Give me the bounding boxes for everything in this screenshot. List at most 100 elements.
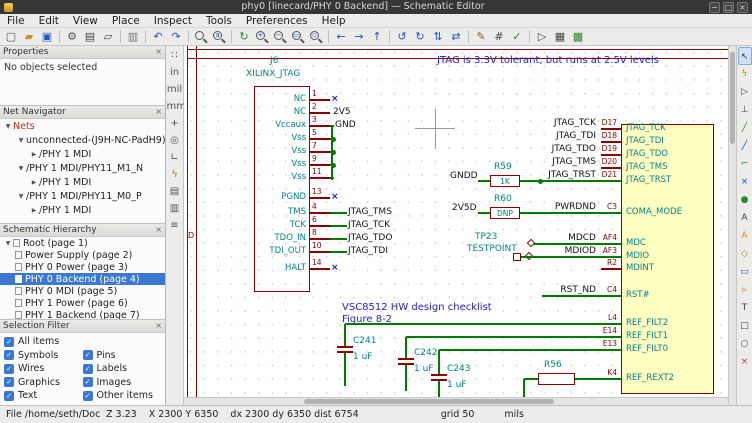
j6-reference[interactable]: J6 — [270, 57, 278, 66]
edit-properties-icon[interactable]: ✎ — [472, 29, 490, 45]
titlebar[interactable]: phy0 [linecard/PHY 0 Backend] — Schemati… — [0, 0, 752, 14]
schematic-canvas[interactable]: D JTAG is 3.3V tolerant, but runs at 2.5… — [184, 46, 728, 397]
r56-reference[interactable]: R56 — [544, 361, 562, 370]
schematic-hierarchy-header[interactable]: Schematic Hierarchy × — [0, 224, 165, 237]
filter-symbols[interactable]: ✓Symbols — [4, 349, 83, 362]
tree-expander-icon[interactable]: ▼ — [16, 165, 26, 172]
close-button[interactable]: × — [737, 2, 748, 13]
net-label-jtag-trst[interactable]: JTAG_TRST — [512, 171, 596, 180]
menu-preferences[interactable]: Preferences — [239, 14, 315, 28]
mirror-v-icon[interactable]: ⇅ — [429, 29, 447, 45]
next-sheet-icon[interactable]: → — [350, 29, 368, 45]
tree-expander-icon[interactable]: ▶ — [29, 207, 39, 214]
checkbox-checked-icon[interactable]: ✓ — [4, 350, 14, 360]
hierarchy-item-root-page-1-[interactable]: ▼Root (page 1) — [0, 237, 165, 249]
c241-reference[interactable]: C241 — [353, 337, 376, 346]
horizontal-scrollbar[interactable] — [184, 397, 728, 405]
mirror-h-icon[interactable]: ⇄ — [447, 29, 465, 45]
place-power-icon[interactable]: ⊥ — [738, 101, 752, 119]
hidden-pins-icon[interactable]: ◎ — [167, 133, 183, 149]
erc-icon[interactable]: ✓ — [508, 29, 526, 45]
zoom-selection-icon[interactable]: ▫ — [307, 29, 325, 45]
draw-circle-icon[interactable]: ○ — [738, 335, 752, 353]
sheet-settings-icon[interactable]: ⚙ — [63, 29, 81, 45]
hierarchy-item-phy-0-power-page-3-[interactable]: PHY 0 Power (page 3) — [0, 261, 165, 273]
net-tree-item[interactable]: ▼/PHY 1 MDI/PHY11_M1_N — [0, 161, 165, 175]
units-inches-icon[interactable]: in — [167, 65, 183, 81]
undo-icon[interactable]: ↶ — [149, 29, 167, 45]
filter-all-items[interactable]: ✓All items — [4, 335, 161, 348]
footprint-assign-icon[interactable]: ▦ — [551, 29, 569, 45]
c243-reference[interactable]: C243 — [447, 365, 470, 374]
net-label-jtag-tdi[interactable]: JTAG_TDI — [348, 247, 388, 256]
net-label-mdcd[interactable]: MDCD — [512, 234, 596, 243]
checkbox-checked-icon[interactable]: ✓ — [83, 391, 93, 401]
checkbox-checked-icon[interactable]: ✓ — [83, 350, 93, 360]
tree-expander-icon[interactable]: ▼ — [16, 137, 26, 144]
net-label-mdiod[interactable]: MDIOD — [512, 247, 596, 256]
zoom-out-icon[interactable]: − — [271, 29, 289, 45]
net-label-jtag-tck[interactable]: JTAG_TCK — [512, 119, 596, 128]
units-mm-icon[interactable]: mm — [167, 99, 183, 115]
net-label-pwrdnd[interactable]: PWRDND — [512, 203, 596, 212]
net-tree-item[interactable]: ▼unconnected-(J9H-NC-PadH9) — [0, 133, 165, 147]
find-replace-icon[interactable]: a — [210, 29, 228, 45]
plot-icon[interactable]: ▱ — [99, 29, 117, 45]
hierarchy-item-phy-1-power-page-6-[interactable]: PHY 1 Power (page 6) — [0, 297, 165, 309]
place-junction-icon[interactable]: ● — [738, 191, 752, 209]
menu-inspect[interactable]: Inspect — [147, 14, 199, 28]
cursor-shape-icon[interactable]: + — [167, 116, 183, 132]
c241-value[interactable]: 1 uF — [353, 353, 372, 362]
menu-view[interactable]: View — [66, 14, 105, 28]
checkbox-checked-icon[interactable]: ✓ — [4, 391, 14, 401]
place-sheet-icon[interactable]: ▭ — [738, 263, 752, 281]
draw-bus-icon[interactable]: ╱ — [738, 137, 752, 155]
j6-value[interactable]: XILINX_JTAG — [246, 70, 300, 79]
menu-help[interactable]: Help — [315, 14, 353, 28]
close-icon[interactable]: × — [155, 107, 162, 117]
checkbox-checked-icon[interactable]: ✓ — [4, 364, 14, 374]
c242-reference[interactable]: C242 — [414, 349, 437, 358]
units-mils-icon[interactable]: mil — [167, 82, 183, 98]
save-icon[interactable]: ▣ — [38, 29, 56, 45]
menu-file[interactable]: File — [0, 14, 32, 28]
tree-expander-icon[interactable]: ▼ — [16, 193, 26, 200]
net-navigator-toggle-icon[interactable]: ▥ — [167, 201, 183, 217]
open-file-icon[interactable]: ▰ — [20, 29, 38, 45]
menu-place[interactable]: Place — [105, 14, 147, 28]
place-sheet-pin-icon[interactable]: ▹ — [738, 281, 752, 299]
checkbox-checked-icon[interactable]: ✓ — [83, 364, 93, 374]
filter-text[interactable]: ✓Text — [4, 389, 83, 402]
filter-other-items[interactable]: ✓Other items — [83, 389, 162, 402]
symbol-editor-icon[interactable]: ▷ — [533, 29, 551, 45]
c242-value[interactable]: 1 uF — [414, 365, 433, 374]
net-tree-item[interactable]: ▶/PHY 1 MDI — [0, 175, 165, 189]
highlight-net-icon[interactable]: ϟ — [738, 65, 752, 83]
filter-wires[interactable]: ✓Wires — [4, 362, 83, 375]
tree-expander-icon[interactable]: ▶ — [29, 179, 39, 186]
place-net-label-icon[interactable]: A — [738, 209, 752, 227]
tree-expander-icon[interactable]: ▶ — [29, 151, 39, 158]
up-hierarchy-icon[interactable]: ↑ — [368, 29, 386, 45]
wire-to-bus-entry-icon[interactable]: ⌐ — [738, 155, 752, 173]
minimize-button[interactable]: − — [709, 2, 720, 13]
hierarchy-item-power-supply-page-2-[interactable]: Power Supply (page 2) — [0, 249, 165, 261]
net-tree-item[interactable]: ▼Nets — [0, 119, 165, 133]
place-text-icon[interactable]: T — [738, 299, 752, 317]
filter-labels[interactable]: ✓Labels — [83, 362, 162, 375]
hierarchy-panel-toggle-icon[interactable]: ≡ — [167, 218, 183, 234]
selection-tool-icon[interactable]: ↖ — [738, 47, 752, 65]
net-label-jtag-tck[interactable]: JTAG_TCK — [348, 221, 390, 230]
grid-toggle-icon[interactable]: ∷ — [167, 48, 183, 64]
hierarchy-item-phy-0-backend-page-4-[interactable]: PHY 0 Backend (page 4) — [0, 273, 165, 285]
maximize-button[interactable]: □ — [723, 2, 734, 13]
power-label-gndd[interactable]: GNDD — [450, 172, 478, 181]
redo-icon[interactable]: ↷ — [167, 29, 185, 45]
net-label-2v5[interactable]: 2V5 — [333, 108, 351, 117]
zoom-fit-icon[interactable]: ▭ — [289, 29, 307, 45]
selection-filter-header[interactable]: Selection Filter × — [0, 320, 165, 333]
checkbox-checked-icon[interactable]: ✓ — [4, 337, 14, 347]
draw-wire-icon[interactable]: ╱ — [738, 119, 752, 137]
filter-pins[interactable]: ✓Pins — [83, 349, 162, 362]
checkbox-checked-icon[interactable]: ✓ — [83, 377, 93, 387]
